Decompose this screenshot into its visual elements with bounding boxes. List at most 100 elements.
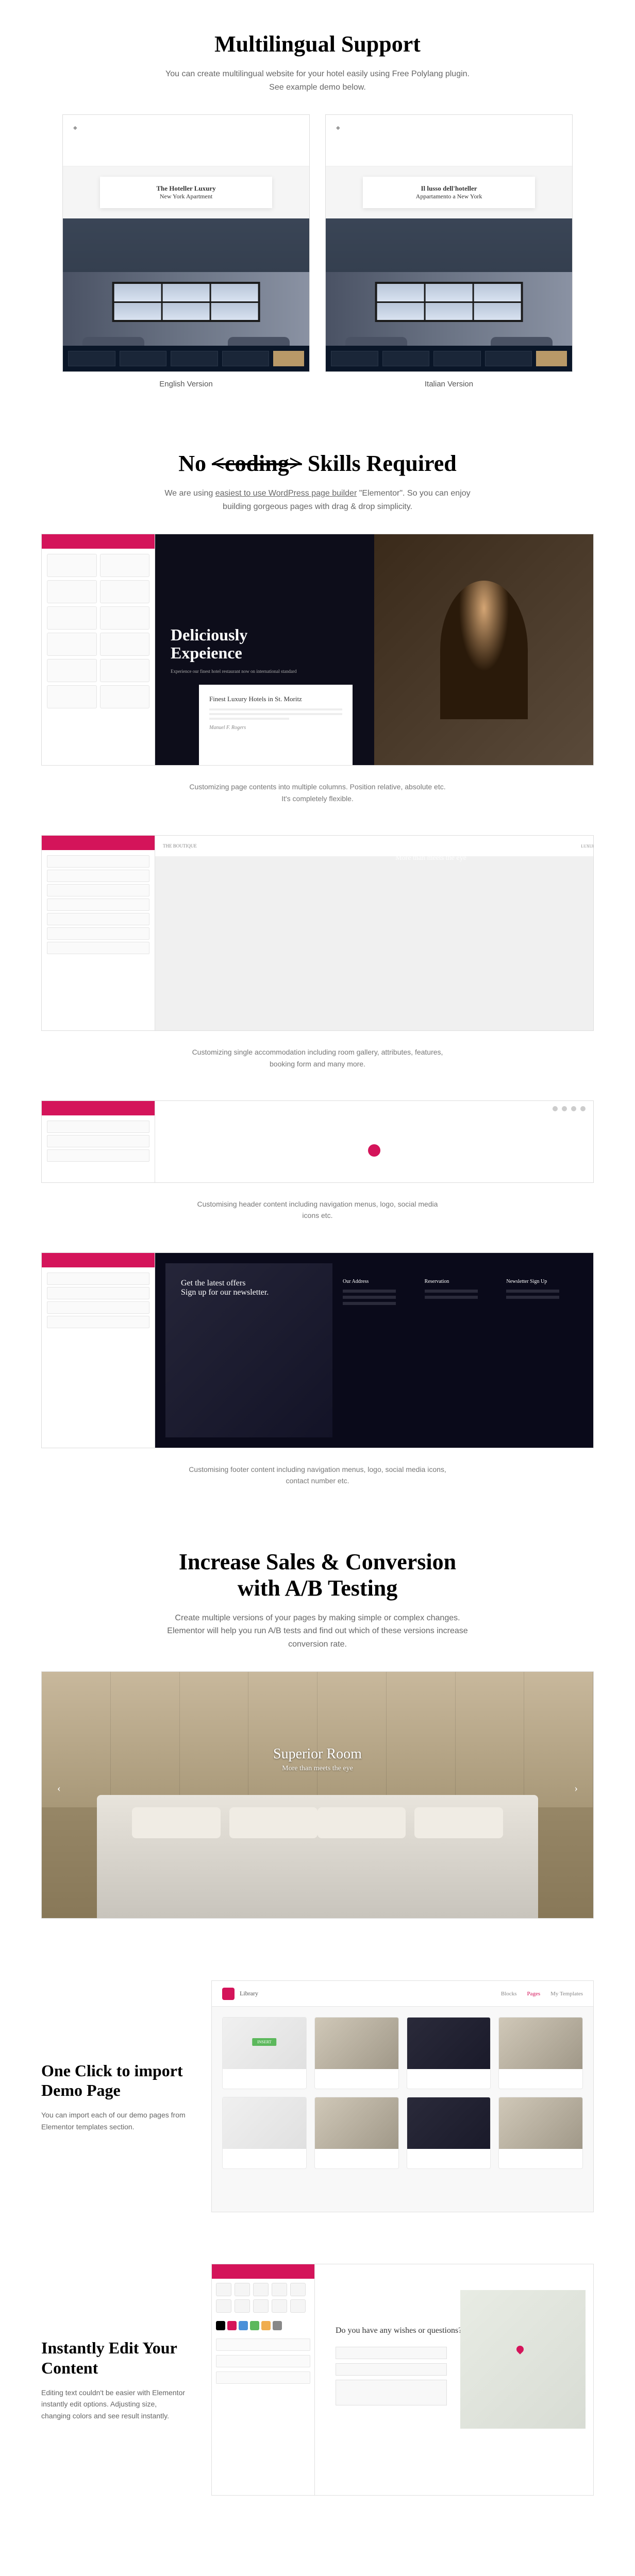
arrow-left-icon: ‹ xyxy=(57,1783,61,1794)
booking-field xyxy=(120,351,167,366)
block1-caption: Customizing page contents into multiple … xyxy=(189,781,446,804)
map xyxy=(460,2290,586,2429)
nav-item: LUXURY ROOMS xyxy=(581,844,594,849)
tab-pages: Pages xyxy=(527,1991,540,1997)
nocoding-section: No <coding> Skills Required We are using… xyxy=(41,450,594,1486)
card-title: Finest Luxury Hotels in St. Moritz xyxy=(209,695,342,704)
boutique-header: THE BOUTIQUE LUXURY ROOMS DINING SWIMMIN… xyxy=(155,836,594,856)
elementor-widgets-panel xyxy=(42,549,155,714)
footer-heading2: Sign up for our newsletter. xyxy=(181,1288,317,1297)
abtest-title-line2: with A/B Testing xyxy=(238,1575,398,1601)
tool-button xyxy=(216,2283,231,2296)
elementor-topbar xyxy=(42,1253,155,1267)
template-card xyxy=(222,2097,307,2169)
library-header: Library Blocks Pages My Templates xyxy=(212,1981,593,2007)
elementor-sidebar xyxy=(42,1101,155,1182)
contact-form xyxy=(336,2347,447,2410)
color-swatch xyxy=(261,2321,271,2330)
widget-item xyxy=(47,580,97,603)
pillow-icon xyxy=(229,1807,318,1838)
template-card xyxy=(314,2097,399,2169)
tool-button xyxy=(272,2283,287,2296)
setting-item xyxy=(47,855,149,868)
tool-button xyxy=(235,2299,250,2313)
footer-preview: Get the latest offers Sign up for our ne… xyxy=(165,1263,583,1437)
map-pin-icon xyxy=(515,2344,525,2354)
window-icon xyxy=(375,282,523,321)
elementor-settings-panel xyxy=(42,850,155,961)
tab-blocks: Blocks xyxy=(501,1991,517,1997)
booking-field xyxy=(485,351,532,366)
tab-mytemplates: My Templates xyxy=(550,1991,583,1997)
instantedit-image: Do you have any wishes or questions? xyxy=(211,2264,594,2496)
tool-button xyxy=(253,2283,269,2296)
english-demo-card: ◆ The Hoteller Luxury New York Apartment xyxy=(62,114,310,388)
color-swatch xyxy=(273,2321,282,2330)
color-swatch xyxy=(239,2321,248,2330)
widget-item xyxy=(47,606,97,630)
setting-item xyxy=(47,1121,149,1133)
abtest-title: Increase Sales & Conversion with A/B Tes… xyxy=(41,1549,594,1601)
hero-sub: Experience our finest hotel restaurant n… xyxy=(171,669,359,674)
setting-item xyxy=(47,1301,149,1314)
hero-line1: Deliciously xyxy=(171,626,359,644)
abtest-subtitle: Create multiple versions of your pages b… xyxy=(163,1612,472,1651)
header-preview xyxy=(155,1101,593,1182)
demo-body xyxy=(63,218,309,371)
ab-overlay: Superior Room More than meets the eye xyxy=(273,1746,362,1773)
pillow-icon xyxy=(132,1807,220,1838)
header-nav xyxy=(190,1138,558,1163)
template-card xyxy=(498,2017,583,2089)
instantedit-title: Instantly Edit Your Content xyxy=(41,2338,186,2378)
setting-item xyxy=(216,2355,310,2367)
abtest-image: Superior Room More than meets the eye ‹ … xyxy=(41,1671,594,1919)
tool-button xyxy=(235,2283,250,2296)
footer-heading1: Get the latest offers xyxy=(181,1279,317,1288)
library-grid: INSERT xyxy=(212,2007,593,2179)
booking-field xyxy=(171,351,218,366)
social-icon xyxy=(580,1106,586,1111)
setting-item xyxy=(47,942,149,954)
form-field xyxy=(336,2380,447,2405)
color-swatch xyxy=(216,2321,225,2330)
widget-item xyxy=(47,659,97,682)
elementor-topbar xyxy=(42,1101,155,1115)
social-icon xyxy=(562,1106,567,1111)
booking-field xyxy=(331,351,378,366)
pillow-icon xyxy=(414,1807,503,1838)
widget-item xyxy=(47,685,97,708)
preview-right xyxy=(374,534,593,765)
elementor-topbar xyxy=(212,2264,314,2279)
elementor-room-demo: THE BOUTIQUE LUXURY ROOMS DINING SWIMMIN… xyxy=(41,835,594,1031)
title-coding-strike: <coding> xyxy=(212,451,302,476)
color-swatches xyxy=(212,2317,314,2334)
multilingual-title: Multilingual Support xyxy=(41,31,594,57)
pillow-icon xyxy=(318,1807,406,1838)
multilingual-section: Multilingual Support You can create mult… xyxy=(41,31,594,388)
library-tabs: Blocks Pages My Templates xyxy=(501,1991,583,1997)
booking-button xyxy=(536,351,567,366)
widget-item xyxy=(100,659,150,682)
elementor-topbar xyxy=(42,836,155,850)
room-subtitle: More than meets the eye xyxy=(387,854,475,862)
col-title: Newsletter Sign Up xyxy=(506,1279,573,1284)
multilingual-demos: ◆ The Hoteller Luxury New York Apartment xyxy=(41,114,594,388)
nocoding-subtitle: We are using easiest to use WordPress pa… xyxy=(163,487,472,513)
elementor-sidebar xyxy=(42,534,155,765)
form-field xyxy=(336,2363,447,2376)
template-card xyxy=(407,2097,491,2169)
form-field xyxy=(336,2347,447,2359)
instantedit-desc: Editing text couldn't be easier with Ele… xyxy=(41,2387,186,2421)
oneclick-title: One Click to import Demo Page xyxy=(41,2061,186,2100)
footer-col: Our Address xyxy=(343,1279,409,1422)
color-swatch xyxy=(250,2321,259,2330)
widget-item xyxy=(100,580,150,603)
demo-body xyxy=(326,218,572,371)
elementor-sidebar xyxy=(42,1253,155,1448)
setting-item xyxy=(47,927,149,940)
template-card xyxy=(407,2017,491,2089)
widget-item xyxy=(100,606,150,630)
demo-title-line2: Appartamento a New York xyxy=(376,193,523,200)
setting-item xyxy=(216,2338,310,2351)
elementor-sidebar xyxy=(42,836,155,1030)
